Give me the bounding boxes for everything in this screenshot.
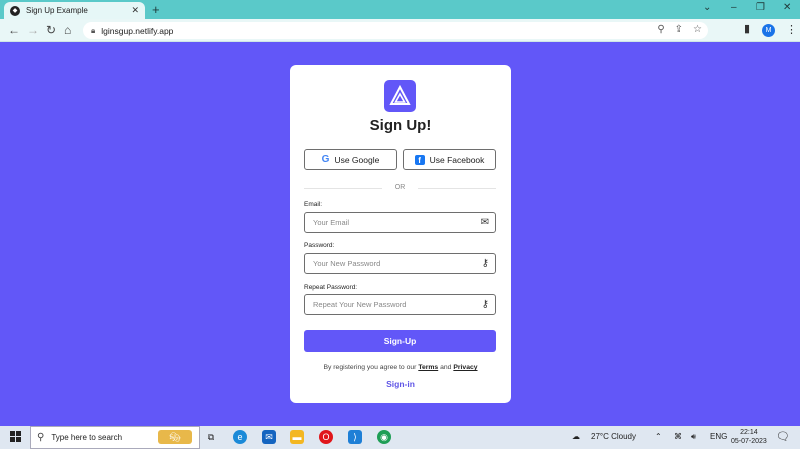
email-placeholder: Your Email	[313, 218, 349, 227]
close-tab-icon[interactable]: ✕	[131, 5, 139, 16]
signup-card: Sign Up! G Use Google f Use Facebook OR …	[290, 65, 511, 403]
google-button-label: Use Google	[334, 154, 380, 165]
language-indicator[interactable]: ENG	[710, 432, 727, 441]
weather-text[interactable]: 27°C Cloudy	[591, 432, 636, 441]
vscode-icon[interactable]: ⟩	[348, 430, 362, 444]
repeat-password-field[interactable]: Repeat Your New Password ⚷	[304, 294, 496, 315]
bookmark-star-icon[interactable]: ☆	[693, 24, 702, 35]
email-field[interactable]: Your Email ✉	[304, 212, 496, 233]
mail-icon[interactable]: ✉	[262, 430, 276, 444]
address-bar[interactable]: 🔒︎ lginsgup.netlify.app ⚲ ⇪ ☆	[83, 22, 708, 39]
terms-text: By registering you agree to our Terms an…	[290, 364, 511, 371]
repeat-password-label: Repeat Password:	[304, 284, 358, 291]
facebook-icon: f	[414, 154, 425, 165]
envelope-icon: ✉	[480, 217, 489, 228]
zoom-search-icon[interactable]: ⚲	[657, 24, 664, 35]
reload-icon[interactable]: ↻	[46, 23, 56, 37]
chevron-down-icon[interactable]: ⌄	[703, 2, 711, 13]
home-icon[interactable]: ⌂	[64, 23, 71, 37]
close-window-icon[interactable]: ✕	[783, 2, 791, 13]
windows-start-icon[interactable]	[10, 431, 21, 442]
task-view-icon[interactable]: ⧉	[204, 430, 218, 444]
edge-browser-icon[interactable]: e	[233, 430, 247, 444]
share-icon[interactable]: ⇪	[675, 24, 683, 35]
signin-link[interactable]: Sign-in	[290, 379, 511, 389]
email-label: Email:	[304, 201, 323, 208]
facebook-signup-button[interactable]: f Use Facebook	[403, 149, 496, 170]
password-field[interactable]: Your New Password ⚷	[304, 253, 496, 274]
search-highlight-icon[interactable]: 🎭︎	[158, 430, 192, 444]
repeat-password-placeholder: Repeat Your New Password	[313, 300, 407, 309]
terms-and: and	[440, 364, 452, 371]
or-divider: OR	[304, 183, 496, 193]
new-tab-icon[interactable]: +	[152, 2, 160, 17]
notifications-icon[interactable]: 🗨︎	[776, 430, 790, 443]
terms-prefix: By registering you agree to our	[323, 364, 417, 371]
password-label: Password:	[304, 242, 335, 249]
app-logo-icon	[384, 80, 416, 112]
browser-tab-bar: ◆ Sign Up Example ✕ + ⌄ – ❐ ✕	[0, 0, 800, 19]
facebook-button-label: Use Facebook	[429, 154, 485, 165]
key-icon: ⚷	[481, 299, 489, 310]
chrome-browser-icon[interactable]: ◉	[377, 430, 391, 444]
tab-title: Sign Up Example	[26, 6, 88, 15]
google-icon: G	[321, 154, 330, 165]
page-title: Sign Up!	[369, 117, 432, 134]
clock-time: 22:14	[740, 429, 758, 436]
browser-toolbar: ← → ↻ ⌂ 🔒︎ lginsgup.netlify.app ⚲ ⇪ ☆ ▮	[0, 19, 800, 42]
google-signup-button[interactable]: G Use Google	[304, 149, 397, 170]
profile-avatar[interactable]: M	[762, 24, 775, 37]
show-hidden-icons-icon[interactable]: ⌃	[655, 432, 662, 441]
password-placeholder: Your New Password	[313, 259, 381, 268]
volume-icon[interactable]: 🔊︎	[691, 432, 696, 442]
forward-icon[interactable]: →	[27, 23, 39, 37]
browser-tab[interactable]: ◆ Sign Up Example ✕	[4, 2, 145, 19]
search-icon: ⚲	[37, 432, 45, 443]
or-text: OR	[394, 184, 406, 191]
minimize-icon[interactable]: –	[731, 2, 737, 13]
side-panel-icon[interactable]: ▮	[744, 22, 750, 35]
browser-menu-icon[interactable]: ⋮	[786, 23, 797, 36]
site-favicon-icon: ◆	[10, 5, 20, 16]
url-text: lginsgup.netlify.app	[101, 25, 174, 36]
restore-icon[interactable]: ❐	[756, 2, 765, 13]
clock-date: 05-07-2023	[731, 438, 767, 445]
key-icon: ⚷	[481, 258, 489, 269]
taskbar-search-placeholder: Type here to search	[51, 433, 123, 442]
weather-cloud-icon[interactable]: ☁	[572, 432, 580, 441]
file-explorer-icon[interactable]: ▬	[290, 430, 304, 444]
signup-button[interactable]: Sign-Up	[304, 330, 496, 352]
windows-taskbar: ⚲ Type here to search 🎭︎ ⧉ e ✉ ▬ O ⟩ ◉ ☁…	[0, 426, 800, 449]
network-icon[interactable]: ⌘	[674, 432, 682, 441]
privacy-link[interactable]: Privacy	[453, 364, 477, 371]
terms-link[interactable]: Terms	[418, 364, 438, 371]
back-icon[interactable]: ←	[8, 23, 20, 37]
opera-browser-icon[interactable]: O	[319, 430, 333, 444]
lock-icon[interactable]: 🔒︎	[91, 26, 95, 36]
system-clock[interactable]: 22:14 05-07-2023	[731, 428, 767, 446]
